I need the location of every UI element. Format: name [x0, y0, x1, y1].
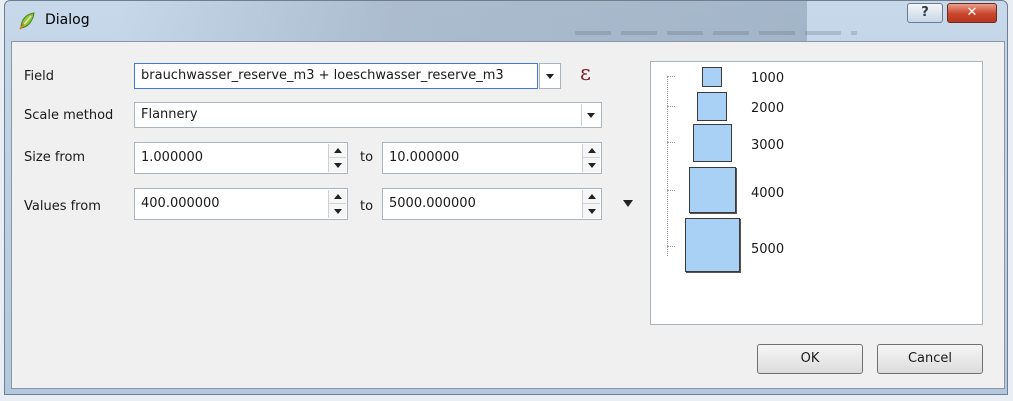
values-to-value: 5000.000000	[389, 196, 476, 211]
values-from-spinner[interactable]	[328, 190, 346, 218]
tree-branch	[667, 76, 675, 77]
values-from-label: Values from	[24, 199, 101, 214]
size-from-value: 1.000000	[141, 150, 204, 165]
legend-label-4: 4000	[751, 186, 785, 201]
legend-preview: 1000 2000 3000 4000 5000	[650, 61, 983, 325]
ok-button[interactable]: OK	[757, 344, 863, 374]
values-to-label: to	[360, 199, 374, 214]
tree-branch	[667, 142, 675, 143]
title-bar[interactable]: Dialog ? ✕	[5, 1, 1007, 43]
size-from-spinbox[interactable]: 1.000000	[134, 142, 348, 174]
tree-branch	[667, 106, 675, 107]
legend-symbol-1	[702, 67, 722, 87]
legend-label-1: 1000	[751, 71, 785, 86]
legend-label-2: 2000	[751, 101, 785, 116]
size-to-value: 10.000000	[389, 150, 460, 165]
values-from-value: 400.000000	[141, 196, 220, 211]
cancel-button[interactable]: Cancel	[877, 344, 983, 374]
close-icon: ✕	[966, 5, 978, 20]
spin-down-icon[interactable]	[583, 158, 600, 172]
size-from-label: Size from	[24, 150, 86, 165]
size-to-spinbox[interactable]: 10.000000	[382, 142, 602, 174]
advanced-menu-button[interactable]	[622, 198, 634, 208]
size-to-spinner[interactable]	[582, 144, 600, 172]
field-label: Field	[24, 69, 55, 84]
size-to-label: to	[360, 150, 374, 165]
legend-label-3: 3000	[751, 138, 785, 153]
spin-down-icon[interactable]	[583, 204, 600, 218]
spin-up-icon[interactable]	[583, 144, 600, 158]
expression-builder-icon[interactable]: ε	[580, 61, 591, 85]
scale-method-value: Flannery	[141, 107, 198, 122]
spin-down-icon[interactable]	[329, 204, 346, 218]
chevron-down-icon	[587, 112, 595, 118]
field-expression-value: brauchwasser_reserve_m3 + loeschwasser_r…	[141, 68, 504, 83]
field-dropdown-button[interactable]	[539, 63, 561, 89]
values-from-spinbox[interactable]: 400.000000	[134, 188, 348, 220]
tree-guide-line	[667, 76, 668, 256]
legend-symbol-2	[697, 92, 727, 121]
legend-label-5: 5000	[751, 242, 785, 257]
tree-branch	[667, 246, 675, 247]
qgis-leaf-icon	[19, 12, 35, 30]
size-from-spinner[interactable]	[328, 144, 346, 172]
scale-method-dropdown-button[interactable]	[581, 104, 600, 126]
legend-symbol-5	[685, 218, 740, 272]
field-expression-input[interactable]: brauchwasser_reserve_m3 + loeschwasser_r…	[134, 63, 538, 89]
spin-up-icon[interactable]	[329, 144, 346, 158]
close-button[interactable]: ✕	[947, 3, 997, 23]
title-bar-decoration	[575, 31, 857, 35]
values-to-spinbox[interactable]: 5000.000000	[382, 188, 602, 220]
window-title: Dialog	[45, 12, 90, 28]
scale-method-label: Scale method	[24, 108, 114, 123]
spin-down-icon[interactable]	[329, 158, 346, 172]
legend-symbol-4	[689, 167, 736, 213]
legend-symbol-3	[693, 124, 732, 162]
chevron-down-icon	[623, 199, 633, 207]
title-bar-background	[117, 1, 807, 43]
help-icon: ?	[921, 5, 929, 20]
spin-up-icon[interactable]	[583, 190, 600, 204]
spin-up-icon[interactable]	[329, 190, 346, 204]
help-button[interactable]: ?	[907, 3, 943, 23]
tree-branch	[667, 190, 675, 191]
scale-method-select[interactable]: Flannery	[134, 102, 602, 128]
values-to-spinner[interactable]	[582, 190, 600, 218]
chevron-down-icon	[546, 73, 554, 79]
